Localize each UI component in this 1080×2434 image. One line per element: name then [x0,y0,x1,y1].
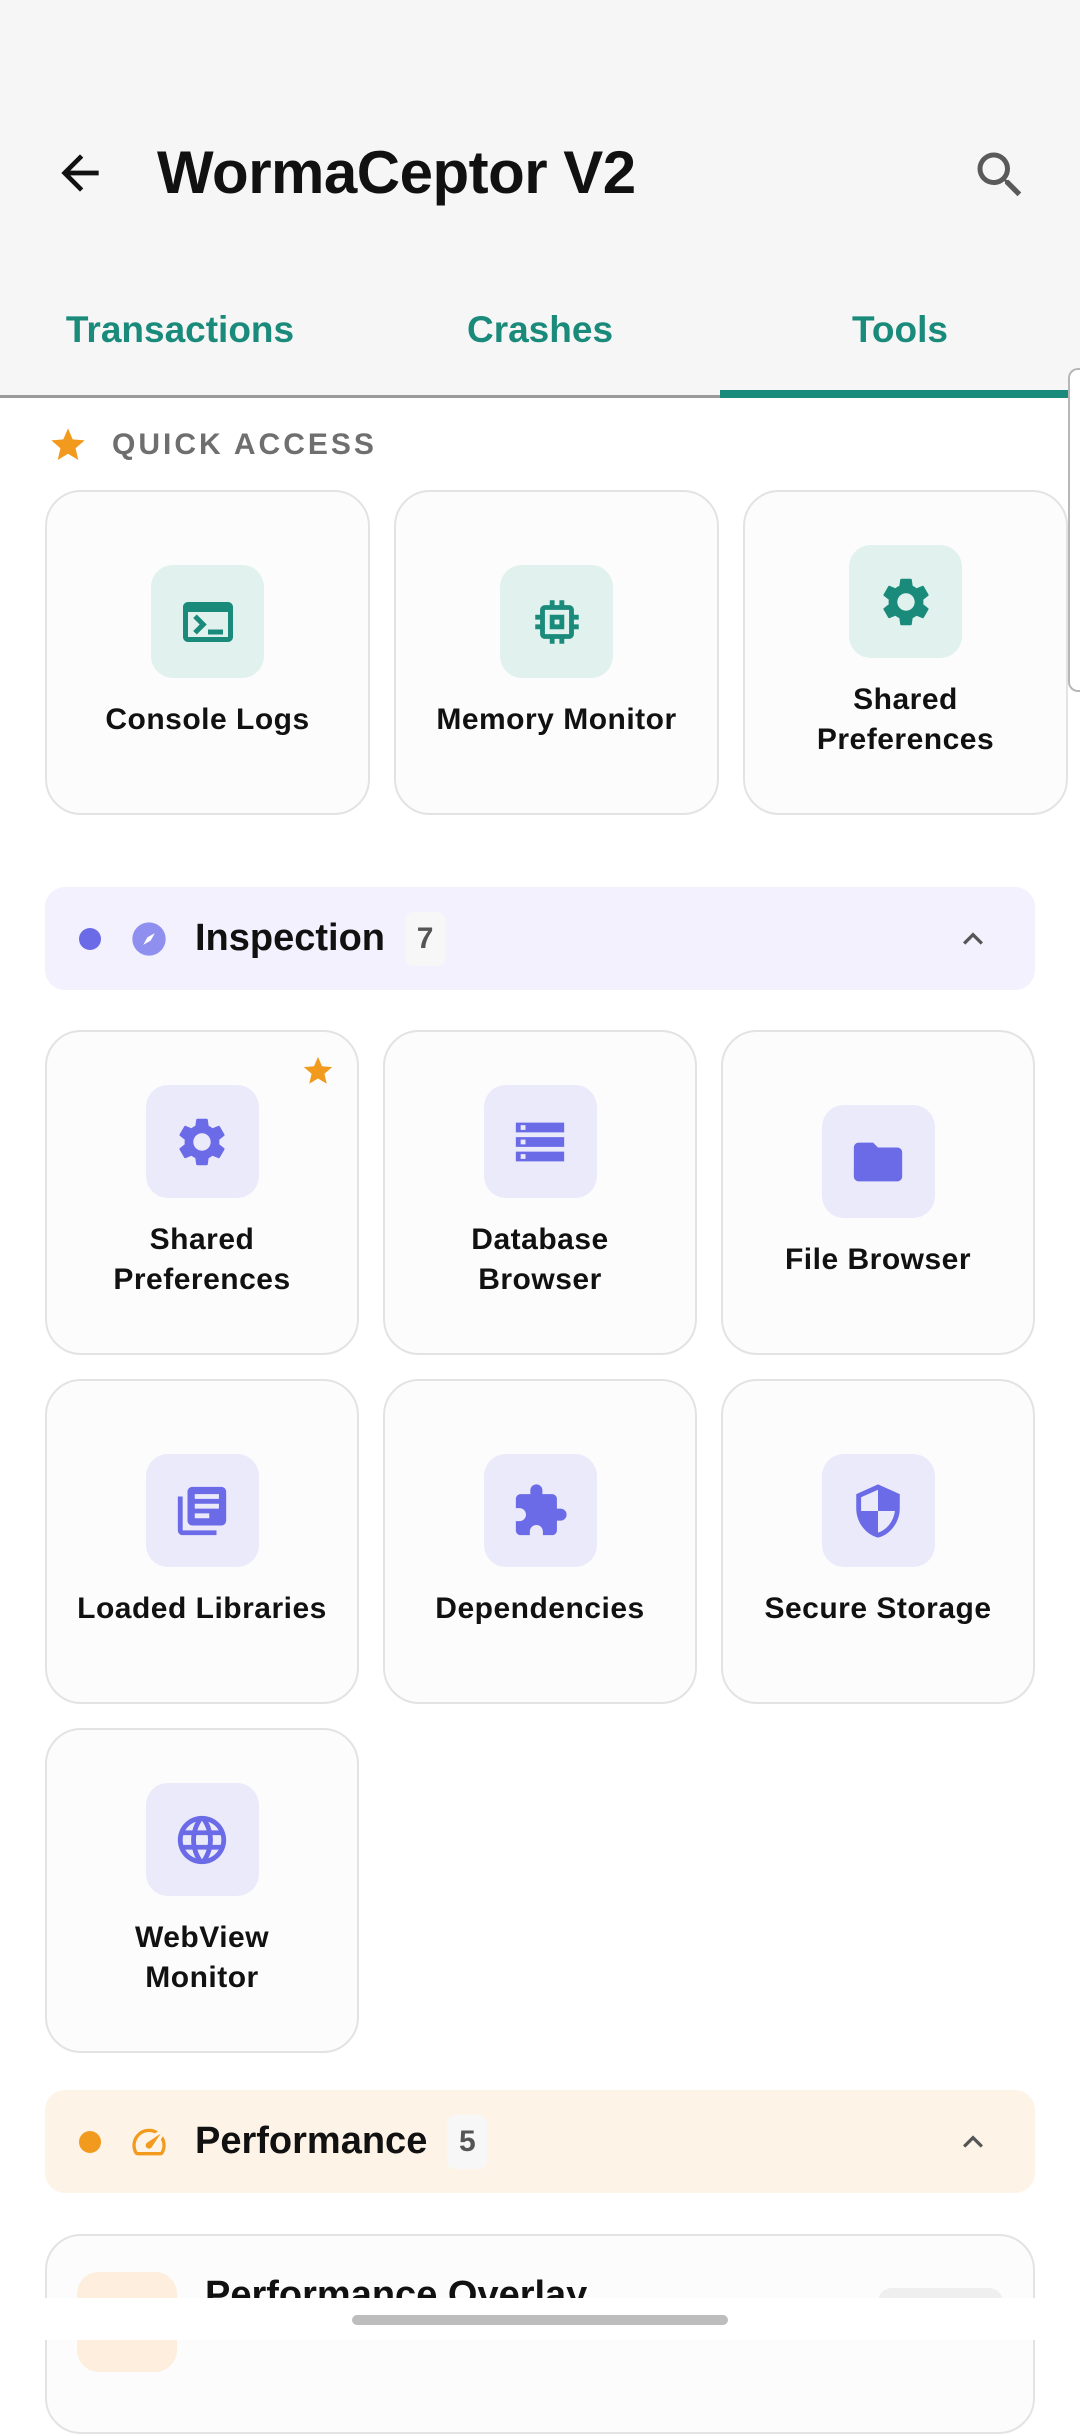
card-label: Secure Storage [764,1592,992,1625]
chevron-up-icon [963,2135,983,2148]
card-label: Loaded Libraries [77,1592,327,1625]
tab-tools[interactable]: Tools [720,300,1080,395]
quick-access-console-logs[interactable]: Console Logs [45,490,370,815]
puzzle-icon [515,1483,567,1535]
card-label: File Browser [784,1243,972,1276]
card-label: Shared Preferences [816,683,995,756]
tool-file-browser[interactable]: File Browser [721,1030,1035,1355]
folder-icon [853,1142,903,1181]
tool-dependencies[interactable]: Dependencies [383,1379,697,1704]
card-label: Shared Preferences [113,1223,291,1296]
quick-access-header: QUICK ACCESS [48,422,377,468]
scrollbar-thumb[interactable] [1068,368,1080,692]
section-header-inspection[interactable]: Inspection 7 [45,887,1035,990]
section-header-performance[interactable]: Performance 5 [45,2090,1035,2193]
app-title: WormaCeptor V2 [157,139,636,206]
tool-database-browser[interactable]: Database Browser [383,1030,697,1355]
card-label: Database Browser [471,1223,609,1296]
section-title: Performance [195,2120,428,2162]
section-count-badge: 7 [405,911,446,966]
gear-icon [882,578,929,625]
section-title: Inspection [195,917,386,959]
compass-icon [132,921,166,956]
gear-icon [179,1118,225,1165]
tab-indicator [720,390,1080,398]
tool-secure-storage[interactable]: Secure Storage [721,1379,1035,1704]
collapse-button[interactable] [951,2120,995,2164]
database-icon [515,1122,565,1161]
tool-webview-monitor[interactable]: WebView Monitor [45,1728,359,2053]
card-label: Dependencies [435,1592,645,1625]
chevron-up-icon [963,932,983,945]
library-icon [177,1486,227,1535]
card-label: WebView Monitor [134,1921,270,1994]
quick-access-shared-preferences[interactable]: Shared Preferences [743,490,1068,815]
memory-chip-icon [534,599,579,644]
back-button[interactable] [40,133,120,213]
section-count-badge: 5 [447,2114,488,2169]
home-indicator[interactable] [352,2315,728,2325]
speedometer-icon [132,2128,166,2155]
tab-crashes[interactable]: Crashes [360,300,720,395]
star-icon [51,428,85,460]
star-icon [303,1056,333,1084]
tool-shared-preferences[interactable]: Shared Preferences [45,1030,359,1355]
quick-access-memory-monitor[interactable]: Memory Monitor [394,490,719,815]
top-app-bar: WormaCeptor V2 Transactions Crashes Tool… [0,0,1080,398]
tab-transactions[interactable]: Transactions [0,300,360,395]
quick-access-label: QUICK ACCESS [112,428,377,461]
shield-icon [856,1483,900,1538]
search-icon [977,152,1022,197]
terminal-icon [182,601,233,642]
section-dot [79,927,101,950]
collapse-button[interactable] [951,917,995,961]
section-dot [79,2130,101,2153]
card-label: Memory Monitor [436,703,677,736]
arrow-back-icon [61,154,99,192]
search-button[interactable] [960,135,1040,215]
tool-loaded-libraries[interactable]: Loaded Libraries [45,1379,359,1704]
favorite-toggle[interactable] [301,1054,335,1093]
card-label: Console Logs [105,703,310,736]
globe-icon [177,1815,227,1864]
